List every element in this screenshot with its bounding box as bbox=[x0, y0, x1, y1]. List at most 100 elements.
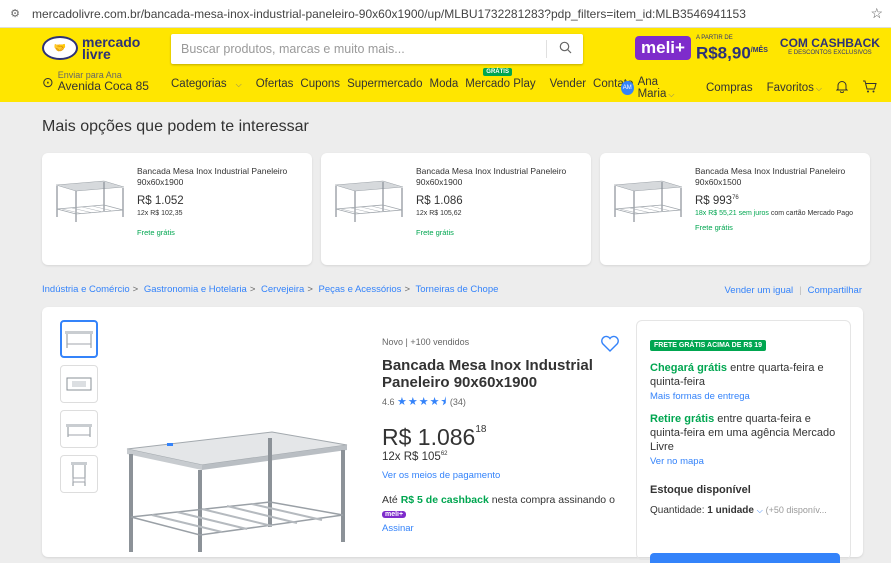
pickup-info: Retire grátis entre quarta-feira e quint… bbox=[650, 413, 836, 453]
product-info: Novo | +100 vendidos Bancada Mesa Inox I… bbox=[382, 337, 622, 534]
card-installments: 12x R$ 105,62 bbox=[416, 210, 462, 217]
buy-button[interactable] bbox=[650, 553, 840, 563]
section-title: Mais opções que podem te interessar bbox=[42, 118, 309, 135]
product-thumbnail bbox=[55, 180, 125, 222]
promo-from: A PARTIR DE bbox=[695, 35, 733, 41]
breadcrumb-item[interactable]: Cervejeira bbox=[261, 284, 304, 295]
product-condition: Novo | +100 vendidos bbox=[382, 337, 470, 347]
breadcrumb-item[interactable]: Torneiras de Chope bbox=[415, 284, 498, 295]
gallery-thumbnails bbox=[60, 320, 98, 500]
nav-vender[interactable]: Vender bbox=[550, 78, 586, 90]
rating-stars-icon: ★★★★⯨ bbox=[397, 396, 448, 408]
product-panel: Novo | +100 vendidos Bancada Mesa Inox I… bbox=[42, 307, 863, 563]
promo-per: /MÊS bbox=[750, 47, 768, 54]
card-shipping: Frete grátis bbox=[695, 223, 733, 232]
seller-actions: Vender um igual | Compartilhar bbox=[724, 285, 862, 296]
quantity-available: (+50 disponív... bbox=[765, 505, 827, 515]
promo-price: R$8,90 bbox=[695, 43, 751, 63]
star-icon[interactable]: ☆ bbox=[870, 5, 883, 22]
chevron-down-icon: ⌵ bbox=[668, 90, 675, 99]
user-name[interactable]: Ana Maria ⌵ bbox=[638, 76, 692, 100]
product-installments-cents: 62 bbox=[440, 451, 448, 458]
main-nav: Categorias ⌵ Ofertas Cupons Supermercado … bbox=[171, 68, 640, 90]
nav-mercado-play[interactable]: GRÁTIS Mercado Play bbox=[465, 68, 542, 90]
review-count: (34) bbox=[449, 397, 466, 407]
favorite-heart-icon[interactable] bbox=[600, 335, 620, 358]
favorites-link[interactable]: Favoritos ⌵ bbox=[767, 82, 822, 94]
card-title[interactable]: Bancada Mesa Inox Industrial Paneleiro 9… bbox=[137, 166, 302, 188]
quantity-value: 1 unidade bbox=[707, 505, 754, 516]
card-title[interactable]: Bancada Mesa Inox Industrial Paneleiro 9… bbox=[416, 166, 581, 188]
url-text[interactable]: mercadolivre.com.br/bancada-mesa-inox-in… bbox=[32, 7, 870, 21]
nav-supermercado[interactable]: Supermercado bbox=[347, 78, 422, 90]
breadcrumb-item[interactable]: Gastronomia e Hotelaria bbox=[144, 284, 247, 295]
browser-url-bar[interactable]: ⚙ mercadolivre.com.br/bancada-mesa-inox-… bbox=[0, 0, 891, 28]
gallery-thumbnail[interactable] bbox=[60, 365, 98, 403]
card-installments-extra: com cartão Mercado Pago bbox=[768, 210, 853, 217]
breadcrumb: Indústria e Comércio > Gastronomia e Hote… bbox=[42, 284, 499, 295]
cart-icon[interactable] bbox=[862, 80, 877, 96]
product-title: Bancada Mesa Inox Industrial Paneleiro 9… bbox=[382, 357, 593, 391]
product-installments: 12x R$ 10562 bbox=[382, 451, 448, 463]
nav-ofertas[interactable]: Ofertas bbox=[256, 78, 294, 90]
handshake-icon: 🤝 bbox=[42, 36, 78, 60]
chevron-down-icon: ⌵ bbox=[756, 506, 763, 515]
location-line2: Avenida Coca 85 bbox=[57, 79, 149, 93]
gallery-thumbnail[interactable] bbox=[60, 320, 98, 358]
site-settings-icon[interactable]: ⚙ bbox=[8, 7, 22, 21]
arrival-info: Chegará grátis entre quarta-feira e quin… bbox=[650, 362, 824, 388]
product-price: R$ 1.08618 bbox=[382, 424, 487, 450]
purchases-link[interactable]: Compras bbox=[706, 82, 753, 94]
chevron-down-icon: ⌵ bbox=[815, 84, 822, 93]
card-installments: 18x R$ 55,21 sem juros bbox=[695, 210, 769, 217]
card-price: R$ 1.052 bbox=[137, 195, 184, 207]
map-link[interactable]: Ver no mapa bbox=[650, 456, 837, 467]
card-title[interactable]: Bancada Mesa Inox Industrial Paneleiro 9… bbox=[695, 166, 860, 188]
user-menu: AM Ana Maria ⌵ Compras Favoritos ⌵ bbox=[621, 76, 891, 100]
gallery-thumbnail[interactable] bbox=[60, 410, 98, 448]
subscribe-link[interactable]: Assinar bbox=[382, 523, 622, 534]
search-icon[interactable] bbox=[547, 41, 583, 57]
product-card[interactable]: Bancada Mesa Inox Industrial Paneleiro 9… bbox=[321, 153, 591, 265]
nav-categorias[interactable]: Categorias ⌵ bbox=[171, 78, 249, 90]
payment-methods-link[interactable]: Ver os meios de pagamento bbox=[382, 470, 622, 481]
location-pin-icon: ⊙ bbox=[42, 74, 54, 90]
bell-icon[interactable] bbox=[835, 80, 849, 96]
delivery-options-link[interactable]: Mais formas de entrega bbox=[650, 391, 837, 402]
meli-plus-tag: meli+ bbox=[382, 511, 407, 518]
sell-similar-link[interactable]: Vender um igual bbox=[724, 285, 793, 296]
product-card[interactable]: Bancada Mesa Inox Industrial Paneleiro 9… bbox=[600, 153, 870, 265]
search-input[interactable] bbox=[171, 34, 546, 64]
card-shipping: Frete grátis bbox=[416, 228, 454, 237]
card-price-cents: 76 bbox=[732, 195, 739, 202]
breadcrumb-item[interactable]: Peças e Acessórios bbox=[319, 284, 402, 295]
rating-value: 4.6 bbox=[382, 397, 395, 407]
site-header: 🤝 mercado livre meli+ A PARTIR DE R$8,90… bbox=[0, 28, 891, 102]
breadcrumb-item[interactable]: Indústria e Comércio bbox=[42, 284, 130, 295]
product-thumbnail bbox=[334, 180, 404, 222]
product-main-image bbox=[126, 431, 348, 552]
product-card[interactable]: Bancada Mesa Inox Industrial Paneleiro 9… bbox=[42, 153, 312, 265]
free-badge: GRÁTIS bbox=[483, 68, 512, 76]
delivery-location[interactable]: ⊙ Enviar para Ana Avenida Coca 85 bbox=[42, 70, 149, 94]
product-price-cents: 18 bbox=[475, 424, 487, 435]
meli-plus-promo[interactable]: meli+ A PARTIR DE R$8,90/MÊS COM CASHBAC… bbox=[635, 34, 880, 62]
stock-status: Estoque disponível bbox=[650, 484, 751, 496]
avatar[interactable]: AM bbox=[621, 81, 634, 95]
cashback-info: Até R$ 5 de cashback nesta compra assina… bbox=[382, 494, 615, 518]
quantity-selector[interactable]: Quantidade: 1 unidade ⌵ (+50 disponív... bbox=[650, 505, 837, 516]
gallery-thumbnail[interactable] bbox=[60, 455, 98, 493]
recommendation-cards: Bancada Mesa Inox Industrial Paneleiro 9… bbox=[42, 153, 870, 265]
nav-moda[interactable]: Moda bbox=[430, 78, 459, 90]
cashback-amount: R$ 5 de cashback bbox=[400, 494, 489, 506]
meli-plus-logo: meli+ bbox=[635, 35, 691, 60]
free-shipping-badge: FRETE GRÁTIS ACIMA DE R$ 19 bbox=[650, 340, 766, 351]
card-installments: 12x R$ 102,35 bbox=[137, 210, 183, 217]
product-rating[interactable]: 4.6 ★★★★⯨ (34) bbox=[382, 393, 622, 412]
nav-cupons[interactable]: Cupons bbox=[300, 78, 340, 90]
card-price: R$ 993 bbox=[695, 195, 733, 207]
product-thumbnail bbox=[613, 180, 683, 222]
promo-cashback-sub: E DESCONTOS EXCLUSIVOS bbox=[788, 49, 872, 56]
logo[interactable]: 🤝 mercado livre bbox=[42, 35, 140, 61]
share-link[interactable]: Compartilhar bbox=[808, 285, 862, 296]
